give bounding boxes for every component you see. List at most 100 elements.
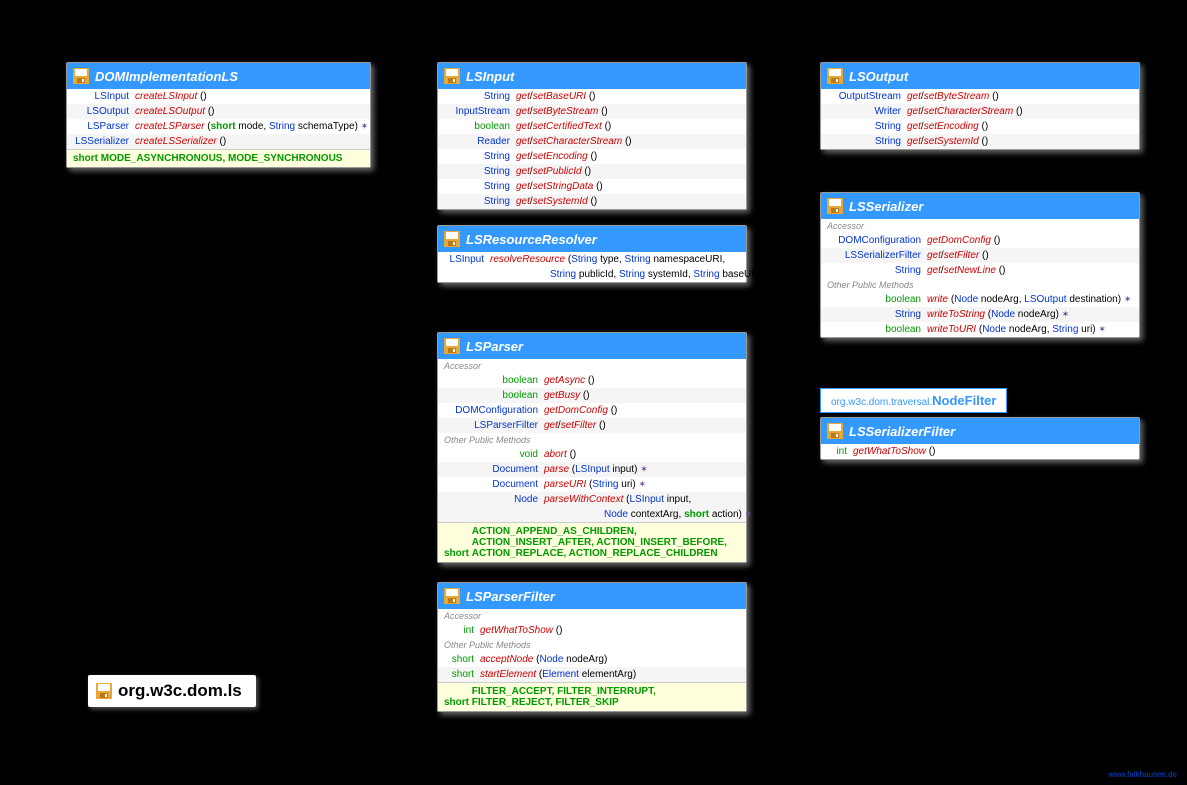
return-type: Document [444, 478, 544, 491]
disk-icon [827, 198, 843, 214]
disk-icon [444, 231, 460, 247]
signature: startElement (Element elementArg) [480, 668, 740, 681]
disk-icon [444, 338, 460, 354]
signature: abort () [544, 448, 740, 461]
method-row: booleanwriteToURI (Node nodeArg, String … [821, 322, 1139, 337]
signature: get/setCertifiedText () [516, 120, 740, 133]
return-type: String [444, 90, 516, 103]
disk-icon [96, 683, 112, 699]
signature: get/setBaseURI () [516, 90, 740, 103]
signature: parseWithContext (LSInput input, [544, 493, 740, 506]
package-label: org.w3c.dom.ls [88, 675, 256, 707]
class-title: LSResourceResolver [466, 232, 597, 247]
return-type: short [444, 653, 480, 666]
return-type: boolean [444, 374, 544, 387]
method-row-continuation: Node contextArg, short action) ✶ [438, 507, 746, 522]
return-type: void [444, 448, 544, 461]
return-type: OutputStream [827, 90, 907, 103]
method-list: shortacceptNode (Node nodeArg)shortstart… [438, 652, 746, 682]
section-accessor: Accessor [821, 219, 1139, 233]
disk-icon [444, 68, 460, 84]
signature: getAsync () [544, 374, 740, 387]
signature: parse (LSInput input) ✶ [544, 463, 740, 476]
return-type: String [444, 165, 516, 178]
method-row-continuation: String publicId, String systemId, String… [438, 267, 746, 282]
ref-nodefilter: org.w3c.dom.traversal.NodeFilter [820, 388, 1007, 413]
signature: get/setSystemId () [907, 135, 1133, 148]
method-list: LSInputcreateLSInput ()LSOutputcreateLSO… [67, 89, 370, 149]
method-row: DOMConfigurationgetDomConfig () [821, 233, 1139, 248]
disk-icon [827, 423, 843, 439]
section-accessor: Accessor [438, 359, 746, 373]
signature: resolveResource (String type, String nam… [490, 253, 740, 266]
class-header: DOMImplementationLS [67, 63, 370, 89]
method-row: DOMConfigurationgetDomConfig () [438, 403, 746, 418]
method-row: Stringget/setNewLine () [821, 263, 1139, 278]
signature: createLSParser (short mode, String schem… [135, 120, 368, 133]
method-list: Stringget/setBaseURI ()InputStreamget/se… [438, 89, 746, 209]
method-list: DOMConfigurationgetDomConfig ()LSSeriali… [821, 233, 1139, 278]
method-row: LSSerializercreateLSSerializer () [67, 134, 370, 149]
section-other: Other Public Methods [438, 638, 746, 652]
return-type: Reader [444, 135, 516, 148]
return-type: boolean [827, 323, 927, 336]
return-type: short [444, 668, 480, 681]
return-type: LSOutput [73, 105, 135, 118]
signature: writeToURI (Node nodeArg, String uri) ✶ [927, 323, 1133, 336]
return-type: String [827, 264, 927, 277]
class-header: LSOutput [821, 63, 1139, 89]
signature: get/setPublicId () [516, 165, 740, 178]
class-ls-input: LSInput Stringget/setBaseURI ()InputStre… [437, 62, 747, 210]
class-title: LSParser [466, 339, 523, 354]
class-ls-output: LSOutput OutputStreamget/setByteStream (… [820, 62, 1140, 150]
signature: acceptNode (Node nodeArg) [480, 653, 740, 666]
disk-icon [444, 588, 460, 604]
constants-block: short ACTION_APPEND_AS_CHILDREN, ACTION_… [438, 522, 746, 562]
method-row: Writerget/setCharacterStream () [821, 104, 1139, 119]
signature: parseURI (String uri) ✶ [544, 478, 740, 491]
method-row: NodeparseWithContext (LSInput input, [438, 492, 746, 507]
return-type: int [444, 624, 480, 637]
return-type: boolean [444, 120, 516, 133]
class-title: LSInput [466, 69, 514, 84]
section-other: Other Public Methods [438, 433, 746, 447]
method-list: intgetWhatToShow () [821, 444, 1139, 459]
signature: get/setEncoding () [907, 120, 1133, 133]
return-type: LSInput [73, 90, 135, 103]
method-row: shortstartElement (Element elementArg) [438, 667, 746, 682]
class-header: LSParser [438, 333, 746, 359]
method-list: voidabort ()Documentparse (LSInput input… [438, 447, 746, 522]
class-header: LSParserFilter [438, 583, 746, 609]
signature: get/setSystemId () [516, 195, 740, 208]
class-title: LSSerializerFilter [849, 424, 955, 439]
method-row: Documentparse (LSInput input) ✶ [438, 462, 746, 477]
ref-class: NodeFilter [932, 393, 996, 408]
class-header: LSSerializer [821, 193, 1139, 219]
method-row: booleanwrite (Node nodeArg, LSOutput des… [821, 292, 1139, 307]
method-row: LSParserFilterget/setFilter () [438, 418, 746, 433]
method-row: Stringget/setBaseURI () [438, 89, 746, 104]
class-dom-implementation-ls: DOMImplementationLS LSInputcreateLSInput… [66, 62, 371, 168]
signature: getDomConfig () [544, 404, 740, 417]
return-type: String [827, 308, 927, 321]
signature: getWhatToShow () [853, 445, 1133, 458]
return-type: LSParser [73, 120, 135, 133]
class-title: DOMImplementationLS [95, 69, 238, 84]
method-row: Stringget/setSystemId () [438, 194, 746, 209]
method-row: StringwriteToString (Node nodeArg) ✶ [821, 307, 1139, 322]
method-row: Stringget/setEncoding () [438, 149, 746, 164]
ref-pkg: org.w3c.dom.traversal. [831, 397, 932, 408]
return-type: LSSerializer [73, 135, 135, 148]
return-type: Document [444, 463, 544, 476]
class-ls-resource-resolver: LSResourceResolver LSInputresolveResourc… [437, 225, 747, 283]
return-type: String [444, 150, 516, 163]
return-type: boolean [827, 293, 927, 306]
signature: getWhatToShow () [480, 624, 740, 637]
method-row: Readerget/setCharacterStream () [438, 134, 746, 149]
method-row: LSOutputcreateLSOutput () [67, 104, 370, 119]
signature: get/setFilter () [927, 249, 1133, 262]
return-type: int [827, 445, 853, 458]
class-header: LSInput [438, 63, 746, 89]
return-type: String [827, 120, 907, 133]
class-ls-serializer: LSSerializer Accessor DOMConfigurationge… [820, 192, 1140, 338]
